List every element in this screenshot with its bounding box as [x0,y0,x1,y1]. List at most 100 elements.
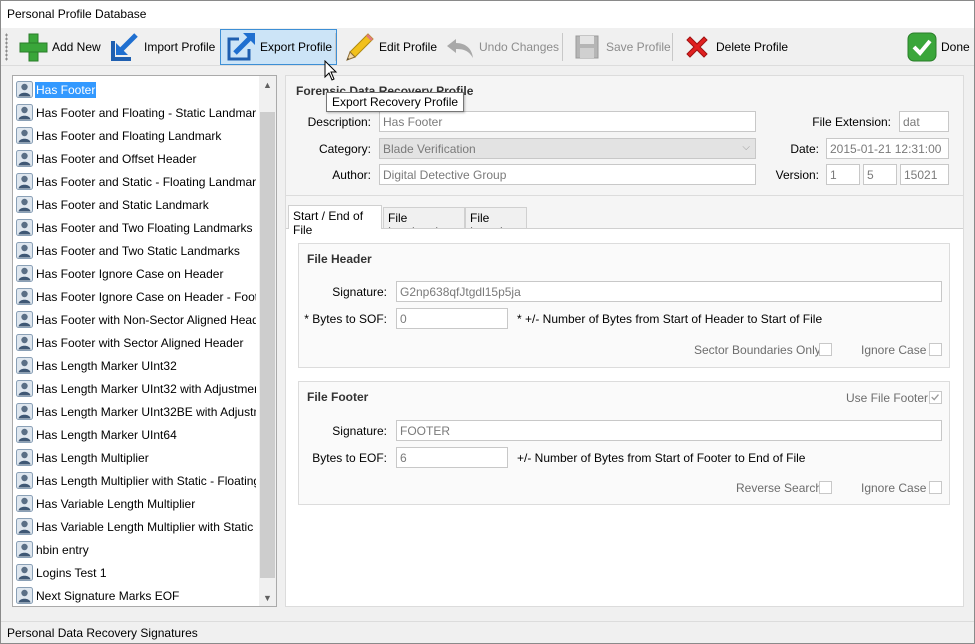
scroll-down-icon[interactable]: ▼ [259,589,276,606]
user-profile-icon [16,196,33,213]
profile-details-panel: Forensic Data Recovery Profile Descripti… [285,75,964,607]
edit-profile-button[interactable]: Edit Profile [339,29,442,65]
file-extension-field[interactable]: dat [899,111,949,132]
list-item-label: hbin entry [36,542,89,557]
tab-start-end-of-file[interactable]: Start / End of File [288,205,382,237]
list-item[interactable]: Next Signature Marks EOF [16,584,256,606]
footer-signature-field[interactable]: FOOTER [396,420,942,441]
version-major-field[interactable]: 1 [826,164,860,185]
bytes-to-sof-field[interactable]: 0 [396,308,508,329]
list-item-label: Has Length Marker UInt32 [36,358,177,373]
list-item[interactable]: Has Footer and Two Static Landmarks [16,239,256,262]
list-item[interactable]: Has Length Marker UInt64 [16,423,256,446]
undo-changes-button[interactable]: Undo Changes [439,29,564,65]
list-item-label: Has Footer and Floating Landmark [36,128,222,143]
add-new-button[interactable]: Add New [12,29,106,65]
list-item-label: Has Length Multiplier [36,450,149,465]
save-profile-button[interactable]: Save Profile [566,29,676,65]
floppy-disk-icon [575,35,599,59]
list-item[interactable]: Has Length Marker UInt32BE with Adjustm.… [16,400,256,423]
reverse-search-checkbox[interactable] [819,481,832,494]
user-profile-icon [16,150,33,167]
toolbar-separator [562,33,563,61]
tab-page-start-end-of-file: File Header Signature: G2np638qfJtgdl15p… [286,228,963,606]
list-item[interactable]: Has Length Multiplier with Static - Floa… [16,469,256,492]
list-item[interactable]: Has Footer and Static - Floating Landmar… [16,170,256,193]
footer-signature-label: Signature: [332,424,387,438]
import-profile-button[interactable]: Import Profile [104,29,220,65]
user-profile-icon [16,288,33,305]
header-signature-label: Signature: [332,285,387,299]
status-text: Personal Data Recovery Signatures [7,626,198,640]
list-item[interactable]: Has Length Marker UInt32 with Adjustment [16,377,256,400]
file-extension-label: File Extension: [812,115,891,129]
list-item[interactable]: Has Footer and Two Floating Landmarks [16,216,256,239]
export-icon [227,33,255,61]
scroll-up-icon[interactable]: ▲ [259,76,276,93]
list-item-label: Has Length Marker UInt32 with Adjustment [36,381,256,396]
user-profile-icon [16,357,33,374]
file-header-title: File Header [307,252,372,266]
bytes-to-eof-label: Bytes to EOF: [312,451,387,465]
export-profile-button[interactable]: Export Profile [220,29,338,65]
bytes-to-eof-field[interactable]: 6 [396,447,508,468]
list-item-label: Has Footer and Static - Floating Landmar… [36,174,256,189]
sector-boundaries-label: Sector Boundaries Only [694,343,821,357]
list-item-label: Has Footer and Two Static Landmarks [36,243,240,258]
user-profile-icon [16,104,33,121]
author-field[interactable]: Digital Detective Group [379,164,756,185]
tab-file-length[interactable]: File Length [465,207,527,239]
description-field[interactable]: Has Footer [379,111,756,132]
list-item[interactable]: Has Variable Length Multiplier [16,492,256,515]
profile-list[interactable]: Has Footer Has Footer and Floating - Stat… [12,75,277,607]
delete-profile-label: Delete Profile [716,40,789,54]
scroll-thumb[interactable] [260,112,275,578]
file-footer-title: File Footer [307,390,369,404]
header-ignore-case-checkbox[interactable] [929,343,942,356]
list-item[interactable]: Has Footer and Offset Header [16,147,256,170]
list-item[interactable]: Has Length Multiplier [16,446,256,469]
footer-ignore-case-checkbox[interactable] [929,481,942,494]
list-item[interactable]: Has Footer with Sector Aligned Header [16,331,256,354]
author-label: Author: [332,168,371,182]
tab-file-landmarks[interactable]: File Landmarks [383,207,465,239]
user-profile-icon [16,495,33,512]
version-minor-field[interactable]: 5 [863,164,897,185]
toolbar-grip[interactable] [5,33,8,61]
user-profile-icon [16,334,33,351]
import-profile-label: Import Profile [144,40,216,54]
header-signature-field[interactable]: G2np638qfJtgdl15p5ja [396,281,942,302]
file-footer-group: File Footer Use File Footer Signature: F… [298,381,950,505]
list-item[interactable]: Has Variable Length Multiplier with Stat… [16,515,256,538]
delete-profile-button[interactable]: Delete Profile [676,29,793,65]
category-select[interactable]: Blade Verification ⌵ [379,138,756,159]
list-item-label: Has Length Marker UInt32BE with Adjustm.… [36,404,256,419]
list-item[interactable]: Has Footer and Static Landmark [16,193,256,216]
undo-changes-label: Undo Changes [479,40,560,54]
list-item[interactable]: Has Length Marker UInt32 [16,354,256,377]
use-file-footer-label: Use File Footer [846,391,929,405]
user-profile-icon [16,242,33,259]
mouse-cursor-icon [324,60,338,81]
export-tooltip: Export Recovery Profile [326,92,465,112]
list-item[interactable]: Has Footer and Floating Landmark [16,124,256,147]
list-item[interactable]: Has Footer Ignore Case on Header - Foote… [16,285,256,308]
list-item-label: Has Footer with Sector Aligned Header [36,335,244,350]
list-item[interactable]: Has Footer with Non-Sector Aligned Heade… [16,308,256,331]
list-item[interactable]: Has Footer and Floating - Static Landmar… [16,101,256,124]
done-button[interactable]: Done [901,29,974,65]
list-item[interactable]: Has Footer Ignore Case on Header [16,262,256,285]
main-window: Personal Profile Database Add New Import… [0,0,975,644]
use-file-footer-checkbox[interactable] [929,391,942,404]
list-item[interactable]: Logins Test 1 [16,561,256,584]
list-item-label: Has Footer and Floating - Static Landmar… [36,105,256,120]
list-item-label: Logins Test 1 [36,565,107,580]
date-field[interactable]: 2015-01-21 12:31:00 [826,138,949,159]
bytes-to-sof-hint: * +/- Number of Bytes from Start of Head… [517,312,823,326]
list-scrollbar[interactable]: ▲ ▼ [259,76,276,606]
user-profile-icon [16,173,33,190]
sector-boundaries-checkbox[interactable] [819,343,832,356]
list-item[interactable]: hbin entry [16,538,256,561]
version-build-field[interactable]: 15021 [900,164,949,185]
list-item[interactable]: Has Footer [16,78,256,101]
